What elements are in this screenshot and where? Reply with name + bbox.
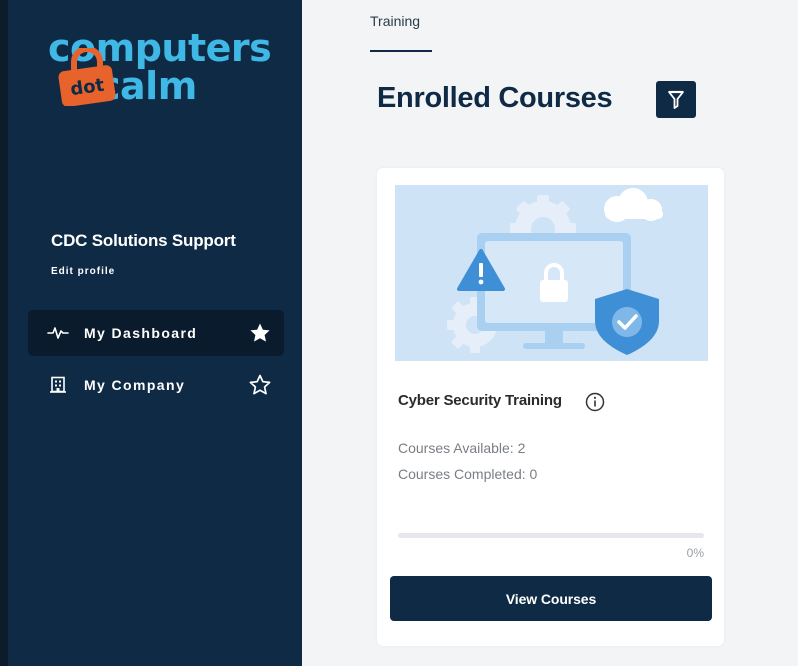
padlock-logo-icon: dot: [58, 48, 116, 106]
progress-percent: 0%: [686, 546, 704, 560]
sidebar: computers calm dot CDC Solutions Support…: [8, 0, 302, 666]
profile-name: CDC Solutions Support: [51, 231, 236, 250]
favorite-star-filled-icon[interactable]: [248, 321, 272, 345]
sidebar-item-my-company[interactable]: My Company: [28, 362, 284, 408]
computers-dot-calm-logo[interactable]: computers calm dot: [40, 26, 280, 116]
sidebar-item-label: My Company: [84, 377, 186, 393]
breadcrumb-underline: [370, 50, 432, 52]
main-content: Training Enrolled Courses Cyber Security…: [302, 0, 798, 666]
activity-icon: [46, 321, 70, 345]
view-courses-button[interactable]: View Courses: [390, 576, 712, 621]
edit-profile-link[interactable]: Edit profile: [51, 266, 115, 277]
sidebar-item-my-dashboard[interactable]: My Dashboard: [28, 310, 284, 356]
building-icon: [46, 373, 70, 397]
breadcrumb-training[interactable]: Training: [370, 13, 420, 29]
info-icon[interactable]: [584, 391, 606, 413]
progress-bar: [398, 533, 704, 538]
courses-available: Courses Available: 2: [398, 440, 526, 456]
favorite-star-outline-icon[interactable]: [248, 373, 272, 397]
filter-icon: [668, 90, 684, 109]
courses-completed: Courses Completed: 0: [398, 466, 538, 482]
filter-button[interactable]: [656, 81, 696, 118]
course-title: Cyber Security Training: [398, 392, 562, 409]
window-edge: [0, 0, 8, 666]
sidebar-item-label: My Dashboard: [84, 325, 198, 341]
page-title: Enrolled Courses: [377, 82, 613, 114]
course-card: Cyber Security Training Courses Availabl…: [377, 168, 724, 646]
cyber-security-illustration: [395, 185, 708, 361]
